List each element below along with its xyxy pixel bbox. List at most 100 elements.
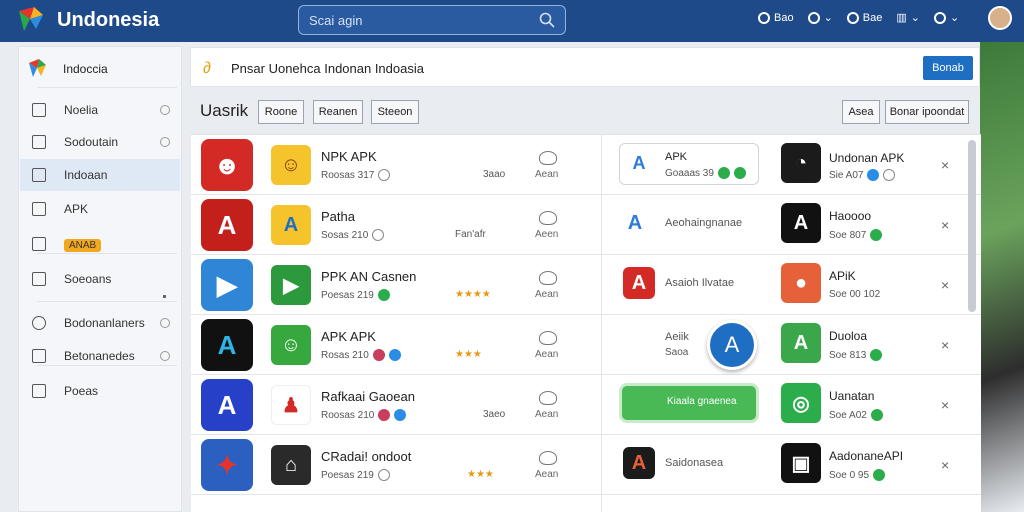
app-name[interactable]: Undonan APK — [829, 151, 904, 165]
app-name[interactable]: Duoloa — [829, 329, 867, 343]
star-rating-icon: ★★★ — [467, 469, 494, 480]
calendar-icon — [32, 272, 46, 286]
sidebar-divider — [37, 253, 177, 254]
app-name[interactable]: Patha — [321, 209, 355, 224]
radio-icon[interactable] — [160, 105, 170, 115]
filter-chip[interactable]: Asea — [842, 100, 880, 124]
table-row[interactable]: ✦ ⌂ CRadai! ondoot Poesas 219 ★★★ Aean A… — [191, 435, 981, 495]
card-title: Aeohaingnanae — [665, 217, 743, 229]
sidebar-item-betonanedes[interactable]: Betonanedes — [20, 340, 180, 372]
check-icon — [873, 469, 886, 481]
sidebar-header: Indoccia — [29, 59, 108, 79]
sidebar-divider — [37, 365, 177, 366]
app-name[interactable]: APiK — [829, 269, 856, 283]
app-name[interactable]: Rafkaai Gaoean — [321, 389, 415, 404]
apk-icon: A — [627, 211, 643, 234]
info-icon — [372, 229, 385, 241]
bookmark-icon[interactable] — [539, 211, 557, 225]
top-action-2[interactable]: ⌄ — [807, 11, 833, 24]
rating: 3aeo — [483, 409, 506, 420]
action-label: Aean — [535, 469, 559, 480]
app-name[interactable]: Haoooo — [829, 209, 871, 223]
action-label: Aean — [535, 349, 559, 360]
app-icon: ▣ — [781, 443, 821, 483]
bookmark-icon[interactable] — [539, 331, 557, 345]
sidebar-item-anab[interactable]: ANAB — [20, 228, 180, 260]
close-icon[interactable]: × — [941, 157, 949, 173]
table-row[interactable]: A A Patha Sosas 210 Fan'afr Aeen A Aeoha… — [191, 195, 981, 255]
card-title: Asaioh Ilvatae — [665, 277, 735, 289]
app-meta: Roosas 210 — [321, 409, 407, 421]
search-input[interactable]: Scai agin — [298, 5, 566, 35]
sidebar-item-label: Bodonanlaners — [64, 316, 145, 330]
search-icon[interactable] — [539, 12, 555, 28]
action-label: Aean — [535, 409, 559, 420]
filter-chip[interactable]: Reanen — [313, 100, 363, 124]
rating: Fan'afr — [455, 229, 486, 240]
close-icon[interactable]: × — [941, 277, 949, 293]
bookmark-icon[interactable] — [539, 271, 557, 285]
floating-action-button[interactable]: A — [707, 320, 757, 370]
close-icon[interactable]: × — [941, 457, 949, 473]
close-icon[interactable]: × — [941, 337, 949, 353]
clock-icon — [32, 316, 46, 330]
sidebar-item-bodonanlaners[interactable]: Bodonanlaners — [20, 307, 180, 339]
sidebar-item-sodoutain[interactable]: Sodoutain — [20, 126, 180, 158]
sidebar-item-soeoans[interactable]: Soeoans — [20, 263, 180, 295]
sidebar-item-indoaan[interactable]: Indoaan — [20, 159, 180, 191]
info-icon — [867, 169, 880, 181]
filter-chip[interactable]: Steeon — [371, 100, 419, 124]
sidebar-item-apk[interactable]: APK — [20, 193, 180, 225]
scrollbar[interactable] — [968, 140, 976, 312]
app-name[interactable]: AadonaneAPI — [829, 449, 903, 463]
rating: 3aao — [483, 169, 506, 180]
table-row[interactable]: ☻ ☺ NPK APK Roosas 317 3aao Aean A APK G… — [191, 135, 981, 195]
app-table: ☻ ☺ NPK APK Roosas 317 3aao Aean A APK G… — [191, 134, 981, 512]
app-icon: ◎ — [781, 383, 821, 423]
sidebar-logo-icon — [29, 59, 46, 77]
app-meta: Poesas 219 — [321, 289, 390, 301]
sidebar-item-label: Noelia — [64, 103, 99, 117]
bookmark-icon[interactable] — [539, 451, 557, 465]
check-icon — [717, 167, 730, 179]
filter-chip[interactable]: Bonar ipoondat — [885, 100, 969, 124]
avatar[interactable] — [988, 6, 1012, 30]
table-row[interactable]: A ☺ APK APK Rosas 210 ★★★ Aean Aeiik Sao… — [191, 315, 981, 375]
banner-text: Pnsar Uonehca Indonan Indoasia — [231, 61, 424, 76]
sidebar-item-label: Soeoans — [64, 272, 112, 286]
radio-icon[interactable] — [160, 137, 170, 147]
top-action-4[interactable]: ▥ ⌄ — [896, 11, 920, 24]
list-icon — [32, 135, 46, 149]
radio-icon[interactable] — [160, 318, 170, 328]
table-row[interactable]: ▶ ▶ PPK AN Casnen Poesas 219 ★★★★ Aean A… — [191, 255, 981, 315]
info-icon — [378, 409, 391, 421]
top-action-1[interactable]: Bao — [758, 11, 794, 24]
sidebar-item-label: Poeas — [64, 384, 99, 398]
app-icon: ✦ — [201, 439, 253, 491]
close-icon[interactable]: × — [941, 217, 949, 233]
banner-button[interactable]: Bonab — [923, 56, 973, 80]
app-meta: Soe 807 — [829, 229, 883, 241]
sidebar-item-label: Indoaan — [64, 168, 108, 182]
bookmark-icon[interactable] — [539, 151, 557, 165]
app-icon: ♟ — [271, 385, 311, 425]
table-row[interactable]: A ♟ Rafkaai Gaoean Roosas 210 3aeo Aean … — [191, 375, 981, 435]
app-name[interactable]: CRadai! ondoot — [321, 449, 411, 464]
app-meta: Sosas 210 — [321, 229, 385, 241]
app-name[interactable]: APK APK — [321, 329, 376, 344]
top-action-3[interactable]: Bae — [846, 11, 882, 24]
filter-chip[interactable]: Roone — [258, 100, 304, 124]
brand-name[interactable]: Undonesia — [57, 9, 159, 32]
top-action-5[interactable]: ⌄ — [934, 11, 959, 24]
radio-icon[interactable] — [160, 351, 170, 361]
app-meta: Roosas 317 — [321, 169, 391, 181]
sidebar-item-poeas[interactable]: Poeas — [20, 375, 180, 407]
app-name[interactable]: PPK AN Casnen — [321, 269, 416, 284]
app-meta: Soe 00 102 — [829, 289, 881, 300]
close-icon[interactable]: × — [941, 397, 949, 413]
app-name[interactable]: Uanatan — [829, 389, 874, 403]
app-logo-icon[interactable] — [16, 5, 46, 35]
bookmark-icon[interactable] — [539, 391, 557, 405]
app-name[interactable]: NPK APK — [321, 149, 377, 164]
sidebar-item-noelia[interactable]: Noelia — [20, 94, 180, 126]
